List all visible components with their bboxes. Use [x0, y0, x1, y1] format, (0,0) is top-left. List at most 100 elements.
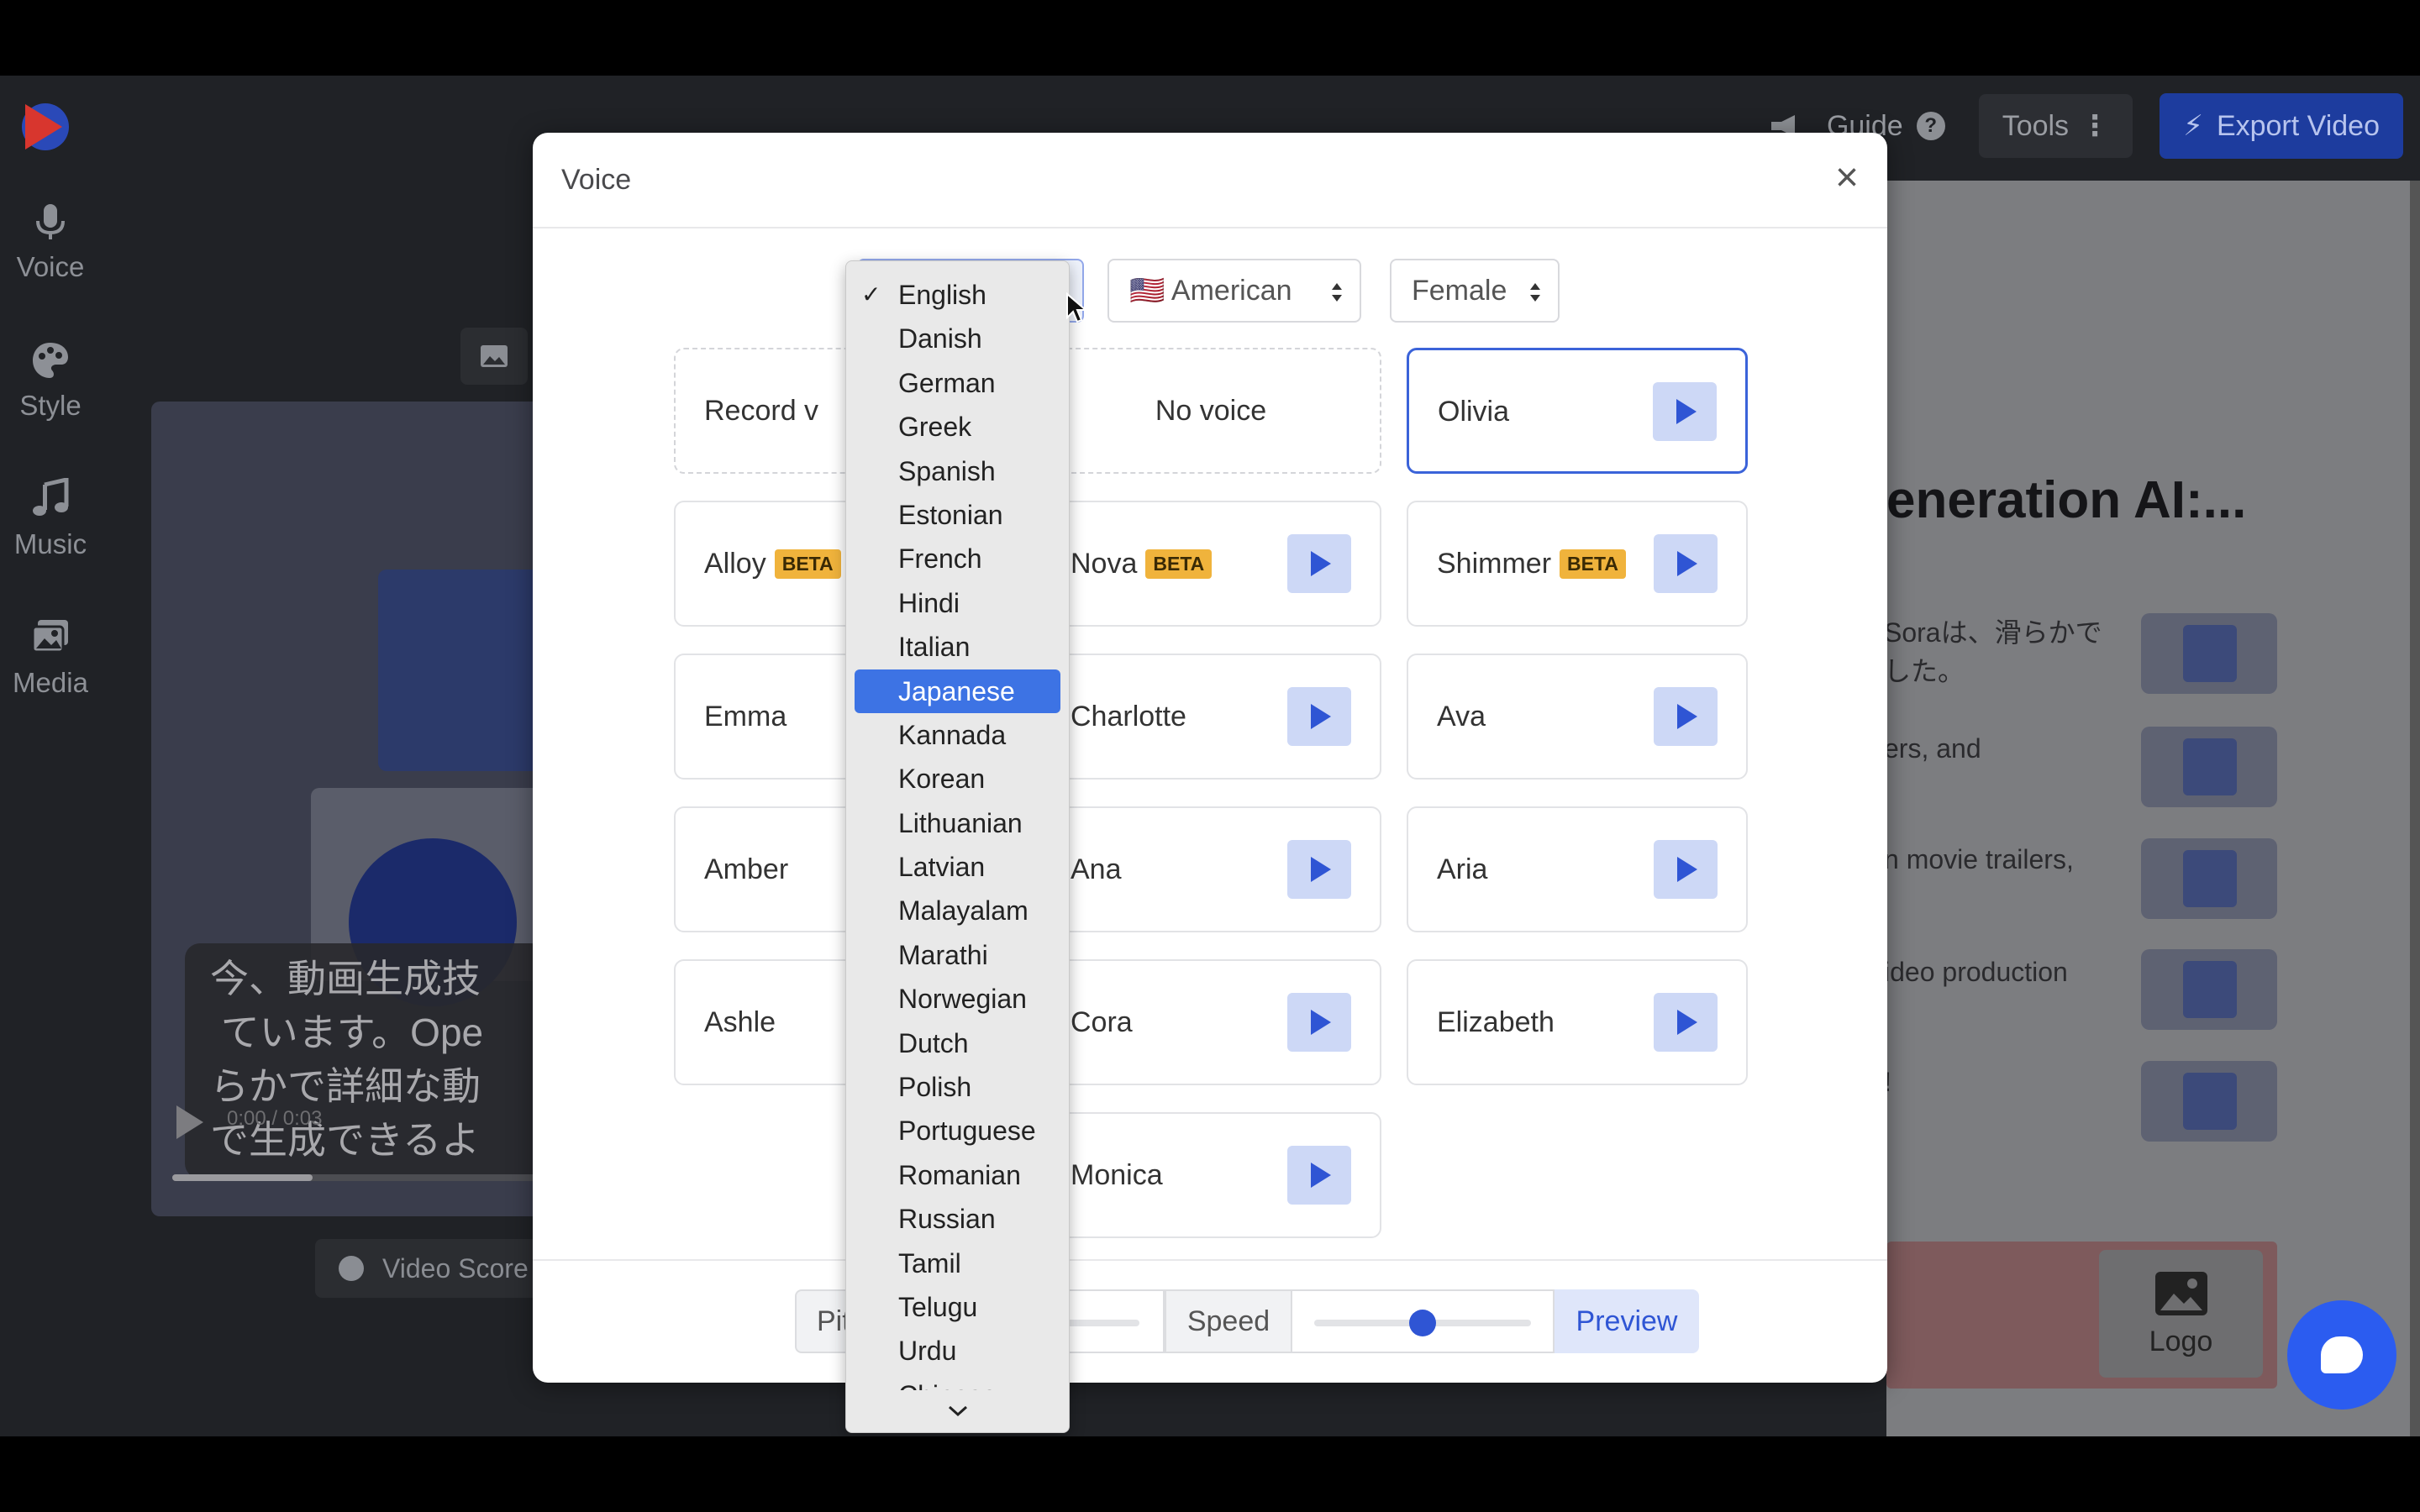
language-option[interactable]: Korean: [855, 757, 1060, 801]
scroll-down-arrow[interactable]: [846, 1390, 1069, 1432]
sidebar-item-style[interactable]: Style: [0, 311, 101, 449]
language-option-label: Romanian: [898, 1159, 1021, 1190]
export-video-button[interactable]: ⚡ Export Video: [2160, 93, 2403, 159]
modal-header: Voice ×: [533, 133, 1887, 228]
modal-title: Voice: [561, 163, 632, 196]
gender-select[interactable]: Female: [1390, 259, 1560, 323]
language-option-label: Polish: [898, 1072, 972, 1103]
language-option[interactable]: Italian: [855, 625, 1060, 669]
language-option-label: Hindi: [898, 587, 960, 618]
play-icon[interactable]: [1287, 1146, 1351, 1205]
language-option[interactable]: Norwegian: [855, 977, 1060, 1021]
select-arrows-icon: [1530, 283, 1540, 302]
play-icon[interactable]: [1287, 534, 1351, 593]
language-option[interactable]: Urdu: [855, 1329, 1060, 1373]
voice-card-shimmer[interactable]: Shimmer BETA: [1407, 501, 1748, 627]
article-thumbnail[interactable]: [2141, 1061, 2277, 1142]
beta-badge: BETA: [1145, 549, 1213, 579]
sidebar-item-media[interactable]: Media: [0, 588, 101, 727]
language-option-label: Portuguese: [898, 1116, 1036, 1147]
chat-button[interactable]: [2287, 1300, 2396, 1410]
language-option[interactable]: Dutch: [855, 1021, 1060, 1065]
language-option[interactable]: Greek: [855, 405, 1060, 449]
voice-card-nova[interactable]: Nova BETA: [1040, 501, 1381, 627]
language-option-label: Italian: [898, 632, 971, 663]
no-voice-card[interactable]: No voice: [1040, 348, 1381, 474]
voice-card-cora[interactable]: Cora: [1040, 959, 1381, 1085]
speed-label: Speed: [1165, 1289, 1292, 1353]
voice-card-elizabeth[interactable]: Elizabeth: [1407, 959, 1748, 1085]
speed-slider-track[interactable]: [1314, 1310, 1531, 1336]
article-thumbnail[interactable]: [2141, 613, 2277, 694]
language-option[interactable]: ✓ English: [855, 273, 1060, 317]
article-thumbnail[interactable]: [2141, 727, 2277, 807]
voice-card-aria[interactable]: Aria: [1407, 806, 1748, 932]
language-option[interactable]: Russian: [855, 1197, 1060, 1241]
language-option[interactable]: Marathi: [855, 933, 1060, 977]
language-option[interactable]: Polish: [855, 1065, 1060, 1109]
beta-badge: BETA: [774, 549, 841, 579]
language-option-label: Norwegian: [898, 984, 1027, 1015]
lightning-icon: ⚡: [2183, 110, 2203, 142]
voice-filters: 🇺🇸 American Female: [533, 259, 1887, 326]
video-scrubber[interactable]: [172, 1174, 542, 1181]
play-icon[interactable]: [1287, 687, 1351, 746]
article-thumbnail[interactable]: [2141, 949, 2277, 1030]
language-option[interactable]: Estonian: [855, 493, 1060, 537]
voice-name: Alloy: [704, 547, 766, 580]
image-toggle-button[interactable]: [460, 328, 528, 385]
language-option[interactable]: Portuguese: [855, 1109, 1060, 1152]
language-option[interactable]: Lithuanian: [855, 801, 1060, 845]
language-option-label: French: [898, 543, 982, 575]
image-icon: [481, 345, 508, 367]
play-icon[interactable]: [1653, 382, 1717, 441]
article-thumbnail[interactable]: [2141, 838, 2277, 919]
language-option-label: Dutch: [898, 1027, 969, 1058]
play-icon[interactable]: [1287, 840, 1351, 899]
article-line: ideo production: [1884, 957, 2068, 987]
microphone-icon: [36, 203, 65, 239]
voice-card-olivia[interactable]: Olivia: [1407, 348, 1748, 474]
right-panel-scrollbar[interactable]: [2410, 181, 2420, 1436]
images-icon: [31, 619, 68, 653]
voice-card-ava[interactable]: Ava: [1407, 654, 1748, 780]
voice-card-ana[interactable]: Ana: [1040, 806, 1381, 932]
close-icon[interactable]: ×: [1835, 158, 1859, 198]
voice-card-charlotte[interactable]: Charlotte: [1040, 654, 1381, 780]
video-preview[interactable]: 今、動画生成技 ています。Ope らかで詳細な動 で生成できるよ 0:00 / …: [151, 402, 546, 1216]
voice-name: Amber: [704, 853, 789, 885]
sidebar-item-music[interactable]: Music: [0, 449, 101, 588]
play-icon[interactable]: [1654, 993, 1718, 1052]
chat-icon: [2321, 1336, 2363, 1373]
logo-button[interactable]: Logo: [2099, 1250, 2263, 1378]
video-score-button[interactable]: Video Score: [315, 1239, 567, 1298]
language-option[interactable]: Hindi: [855, 581, 1060, 625]
language-option[interactable]: Spanish: [855, 449, 1060, 493]
language-option[interactable]: German: [855, 361, 1060, 405]
language-dropdown-list[interactable]: ✓ English Danish German Greek Spanish Estonian…: [845, 260, 1070, 1433]
play-icon[interactable]: [1654, 840, 1718, 899]
sidebar-item-label: Music: [13, 528, 87, 559]
language-option[interactable]: Telugu: [855, 1285, 1060, 1329]
play-icon[interactable]: [176, 1105, 203, 1139]
sidebar-item-voice[interactable]: Voice: [0, 172, 101, 311]
language-option[interactable]: Danish: [855, 317, 1060, 360]
tools-button[interactable]: Tools ⋮: [1978, 94, 2133, 158]
beta-badge: BETA: [1560, 549, 1626, 579]
language-option[interactable]: Malayalam: [855, 889, 1060, 932]
play-icon[interactable]: [1654, 687, 1718, 746]
play-icon[interactable]: [1287, 993, 1351, 1052]
app-logo-icon[interactable]: [13, 101, 81, 153]
language-option[interactable]: Japanese: [855, 669, 1060, 713]
language-option[interactable]: Kannada: [855, 713, 1060, 757]
subtitle-text: 今、動画生成技 ています。Ope らかで詳細な動 で生成できるよ: [185, 943, 546, 1179]
language-option[interactable]: Tamil: [855, 1242, 1060, 1285]
language-option[interactable]: Latvian: [855, 845, 1060, 889]
language-option[interactable]: French: [855, 537, 1060, 580]
voice-card-monica[interactable]: Monica: [1040, 1112, 1381, 1238]
speed-slider-thumb[interactable]: [1409, 1310, 1436, 1336]
play-icon[interactable]: [1654, 534, 1718, 593]
language-option[interactable]: Romanian: [855, 1153, 1060, 1197]
preview-button[interactable]: Preview: [1555, 1289, 1699, 1353]
accent-select[interactable]: 🇺🇸 American: [1107, 259, 1361, 323]
